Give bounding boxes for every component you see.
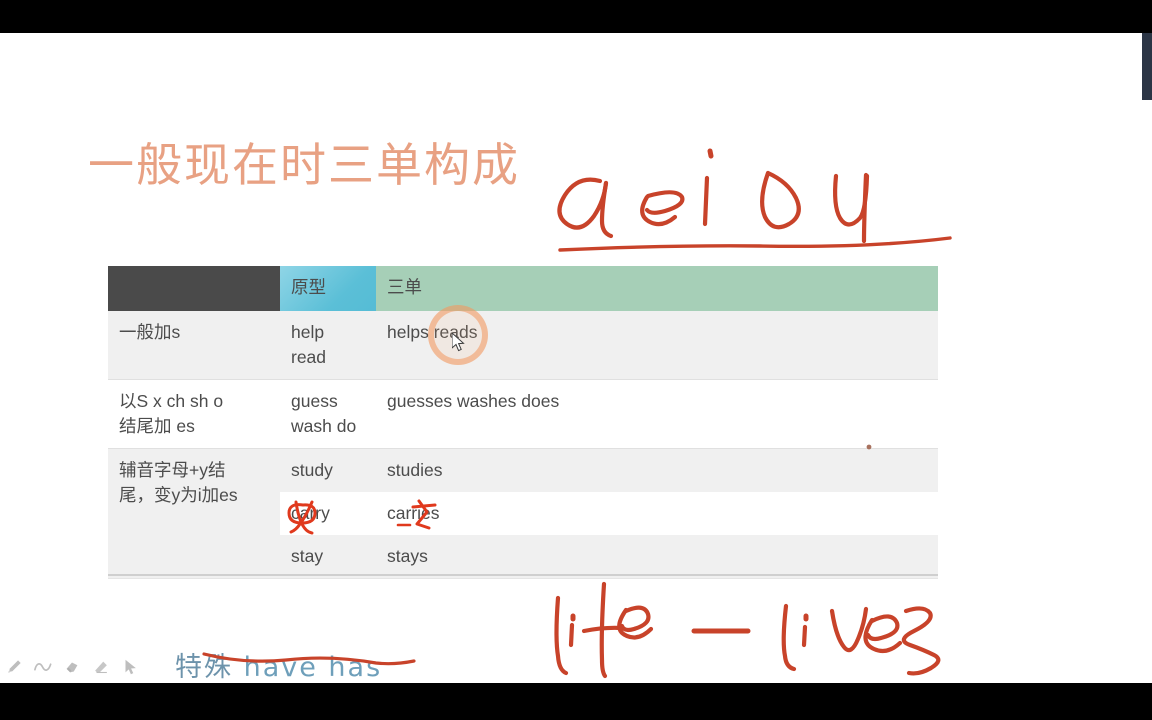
rule-text: 一般加s — [119, 322, 181, 342]
base-cell-4: carry — [280, 492, 376, 535]
pen-tool-icon[interactable] — [4, 657, 24, 677]
select-tool-icon[interactable] — [120, 657, 140, 677]
page-title: 一般现在时三单构成 — [88, 138, 520, 192]
base-word: wash do — [291, 416, 357, 436]
base-word: help — [291, 322, 325, 342]
ink-letter-i-stem — [702, 175, 710, 227]
ink-letter-u-tail — [861, 172, 869, 244]
base-word: carry — [291, 503, 330, 523]
annotation-toolbar[interactable] — [4, 657, 140, 677]
highlighter-tool-icon[interactable] — [62, 657, 82, 677]
special-label: 特殊 — [175, 652, 233, 683]
table-header-row: 原型 三单 — [108, 266, 938, 311]
third-word: guesses washes does — [387, 391, 560, 411]
scrollbar-track[interactable] — [1142, 33, 1152, 683]
rule-text-line: 尾，变y为i加es — [119, 485, 238, 505]
conjugation-table: 原型 三单 一般加s help read helps reads 以S x ch… — [108, 266, 938, 578]
rule-cell-1: 一般加s — [108, 311, 280, 380]
base-cell-5: stay — [280, 535, 376, 578]
ink-letter-o — [760, 170, 801, 230]
slide-stage: 一般现在时三单构成 原型 三单 一般加s help read helps rea… — [0, 33, 1152, 683]
table-row: 辅音字母+y结 尾，变y为i加es study studies — [108, 448, 938, 578]
special-verbs: have has — [243, 652, 383, 683]
ink-letter-e-top — [644, 190, 685, 215]
scrollbar-thumb[interactable] — [1142, 33, 1152, 100]
third-cell-2: guesses washes does — [376, 379, 938, 449]
ink-letter-a — [557, 177, 609, 230]
rule-text-line: 以S x ch sh o — [119, 391, 224, 411]
mouse-cursor — [452, 333, 465, 352]
third-word: carries — [387, 503, 440, 523]
base-word: study — [291, 460, 333, 480]
ink-underline-vowels — [558, 236, 952, 252]
third-cell-4: carries — [376, 492, 938, 535]
ink-letter-u-left — [833, 173, 870, 227]
third-word: studies — [387, 460, 443, 480]
base-cell-2: guess wash do — [280, 379, 376, 449]
rule-text-line: 结尾加 es — [119, 416, 195, 436]
header-cell-base: 原型 — [280, 266, 376, 311]
base-cell-3: study — [280, 448, 376, 492]
curve-tool-icon[interactable] — [33, 657, 53, 677]
base-word: guess — [291, 391, 338, 411]
header-cell-blank — [108, 266, 280, 311]
screen-root: 一般现在时三单构成 原型 三单 一般加s help read helps rea… — [0, 0, 1152, 720]
special-verbs-note: 特殊 have has — [175, 645, 382, 683]
table-row: 以S x ch sh o 结尾加 es guess wash do guesse… — [108, 379, 938, 449]
third-cell-3: studies — [376, 448, 938, 492]
ink-letter-a-stem — [599, 180, 614, 239]
base-cell-1: help read — [280, 311, 376, 380]
ink-letter-e-bowl — [640, 194, 678, 227]
third-cell-5: stays — [376, 535, 938, 578]
third-word: stays — [387, 546, 428, 566]
ink-letter-i-dot — [707, 148, 714, 159]
base-word: stay — [291, 546, 324, 566]
conjugation-table-wrap: 原型 三单 一般加s help read helps reads 以S x ch… — [108, 266, 938, 578]
table-bottom-rule — [108, 574, 938, 576]
rule-text-line: 辅音字母+y结 — [119, 460, 226, 480]
rule-cell-2: 以S x ch sh o 结尾加 es — [108, 379, 280, 449]
table-row: 一般加s help read helps reads — [108, 311, 938, 380]
eraser-tool-icon[interactable] — [91, 657, 111, 677]
rule-cell-3: 辅音字母+y结 尾，变y为i加es — [108, 448, 280, 578]
ink-life-lives — [554, 581, 941, 679]
base-word: read — [291, 347, 327, 367]
